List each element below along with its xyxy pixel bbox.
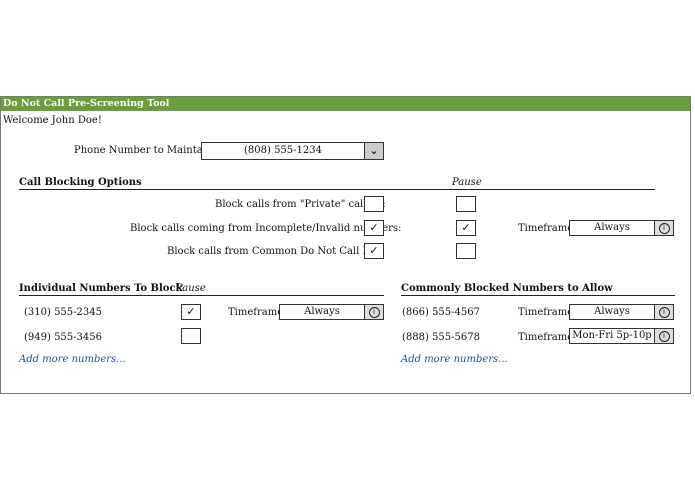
individual-heading: Individual Numbers To Block [19,283,183,294]
phone-label: Phone Number to Maintain: [74,145,216,156]
chevron-down-icon[interactable]: ⌄ [364,142,384,160]
allowed-number-2-timeframe-select[interactable]: Mon-Fri 5p-10p [569,328,655,344]
allowed-heading: Commonly Blocked Numbers to Allow [401,283,613,294]
allowed-number-2: (888) 555-5678 [402,332,480,343]
call-blocking-heading: Call Blocking Options [19,177,142,188]
info-icon[interactable]: i [364,304,384,320]
allowed-number-1: (866) 555-4567 [402,307,480,318]
individual-divider [19,295,384,296]
option-private-pause-checkbox[interactable] [456,196,476,212]
dnc-tool-panel: Do Not Call Pre-Screening Tool Welcome J… [0,96,691,394]
call-blocking-divider [19,189,655,190]
option-common-pause-checkbox[interactable] [456,243,476,259]
individual-number-2: (949) 555-3456 [24,332,102,343]
allowed-number-2-timeframe-label: Timeframe: [518,332,577,343]
option-invalid-label: Block calls coming from Incomplete/Inval… [130,223,402,234]
welcome-text: Welcome John Doe! [3,115,102,126]
panel-title: Do Not Call Pre-Screening Tool [1,97,690,111]
option-common-label: Block calls from Common Do Not Call List… [167,246,385,257]
individual-number-1-timeframe-label: Timeframe: [228,307,287,318]
phone-number-select[interactable]: (808) 555-1234 [201,142,365,160]
info-icon[interactable]: i [654,328,674,344]
option-invalid-timeframe-select[interactable]: Always [569,220,655,236]
allowed-add-more-link[interactable]: Add more numbers... [401,354,508,365]
info-icon[interactable]: i [654,304,674,320]
allowed-number-1-timeframe-select[interactable]: Always [569,304,655,320]
option-common-checkbox[interactable]: ✓ [364,243,384,259]
individual-number-1: (310) 555-2345 [24,307,102,318]
info-icon[interactable]: i [654,220,674,236]
allowed-divider [401,295,675,296]
option-private-checkbox[interactable] [364,196,384,212]
individual-number-1-pause-checkbox[interactable]: ✓ [181,304,201,320]
option-invalid-checkbox[interactable]: ✓ [364,220,384,236]
option-private-label: Block calls from "Private" callers: [215,199,386,210]
individual-pause-label: Pause [176,283,206,294]
individual-number-1-timeframe-select[interactable]: Always [279,304,365,320]
option-invalid-pause-checkbox[interactable]: ✓ [456,220,476,236]
option-invalid-timeframe-label: Timeframe: [518,223,577,234]
call-blocking-pause-label: Pause [452,177,482,188]
allowed-number-1-timeframe-label: Timeframe: [518,307,577,318]
individual-add-more-link[interactable]: Add more numbers... [19,354,126,365]
individual-number-2-pause-checkbox[interactable] [181,328,201,344]
